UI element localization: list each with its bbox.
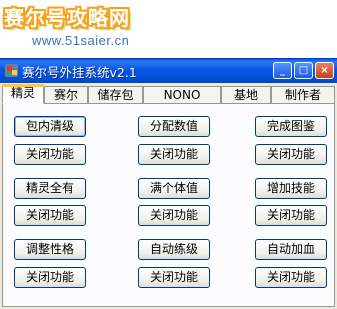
clear-bag-level-button[interactable]: 包内清级 (14, 116, 86, 137)
close-button[interactable]: × (315, 62, 334, 79)
close-feature-button[interactable]: 关闭功能 (14, 144, 86, 165)
allocate-stats-button[interactable]: 分配数值 (138, 116, 210, 137)
tab-storage[interactable]: 储存包 (88, 86, 143, 103)
maximize-button[interactable]: □ (294, 62, 313, 79)
tab-nono[interactable]: NONO (143, 86, 221, 103)
adjust-nature-button[interactable]: 调整性格 (14, 239, 86, 260)
tab-saier[interactable]: 赛尔 (44, 86, 88, 103)
close-feature-button[interactable]: 关闭功能 (14, 205, 86, 226)
site-logo: 赛尔号攻略网 (4, 6, 130, 30)
close-feature-button[interactable]: 关闭功能 (138, 144, 210, 165)
app-window: 赛尔号外挂系统v2.1 _ □ × 精灵 赛尔 储存包 NONO 基地 制作者 … (0, 58, 337, 309)
all-spirits-button[interactable]: 精灵全有 (14, 178, 86, 199)
tab-strip: 精灵 赛尔 储存包 NONO 基地 制作者 (0, 84, 337, 104)
title-bar[interactable]: 赛尔号外挂系统v2.1 _ □ × (0, 59, 337, 83)
tab-author[interactable]: 制作者 (271, 86, 335, 103)
close-feature-button[interactable]: 关闭功能 (255, 205, 327, 226)
max-iv-button[interactable]: 满个体值 (138, 178, 210, 199)
minimize-button[interactable]: _ (273, 62, 292, 79)
tab-panel: 包内清级 关闭功能 分配数值 关闭功能 完成图鉴 关闭功能 精灵全有 关闭功能 … (2, 103, 335, 307)
app-icon (5, 64, 18, 77)
auto-level-button[interactable]: 自动练级 (138, 239, 210, 260)
site-url: www.51saier.cn (32, 33, 130, 48)
watermark-banner: 赛尔号攻略网 www.51saier.cn (0, 0, 337, 58)
close-feature-button[interactable]: 关闭功能 (255, 267, 327, 288)
add-skill-button[interactable]: 增加技能 (255, 178, 327, 199)
close-feature-button[interactable]: 关闭功能 (255, 144, 327, 165)
tab-jingling[interactable]: 精灵 (2, 84, 44, 104)
close-feature-button[interactable]: 关闭功能 (14, 267, 86, 288)
tab-base[interactable]: 基地 (221, 86, 271, 103)
auto-heal-button[interactable]: 自动加血 (255, 239, 327, 260)
complete-pokedex-button[interactable]: 完成图鉴 (255, 116, 327, 137)
close-feature-button[interactable]: 关闭功能 (138, 205, 210, 226)
window-title: 赛尔号外挂系统v2.1 (22, 65, 137, 80)
close-feature-button[interactable]: 关闭功能 (138, 267, 210, 288)
